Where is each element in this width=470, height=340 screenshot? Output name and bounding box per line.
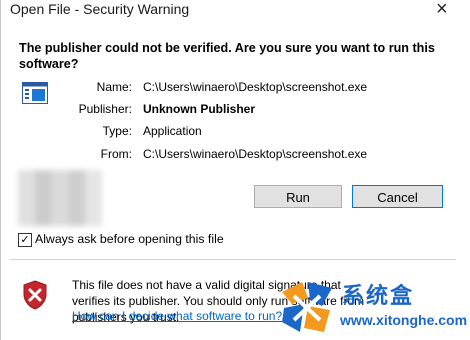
warning-heading: The publisher could not be verified. Are… bbox=[19, 41, 435, 71]
security-shield-icon bbox=[23, 280, 47, 310]
watermark: 系统盒 www.xitonghe.com bbox=[278, 278, 468, 336]
publisher-label: Publisher: bbox=[78, 102, 132, 116]
help-link[interactable]: How can I decide what software to run? bbox=[72, 309, 282, 323]
name-value: C:\Users\winaero\Desktop\screenshot.exe bbox=[143, 80, 368, 94]
always-ask-checkbox[interactable]: ✓ bbox=[18, 233, 32, 247]
watermark-brand: 系统盒 bbox=[342, 284, 415, 309]
run-button[interactable]: Run bbox=[254, 185, 342, 208]
type-value: Application bbox=[143, 124, 202, 138]
xitonghe-logo-icon bbox=[282, 282, 332, 332]
title-bar: Open File - Security Warning × bbox=[0, 0, 470, 22]
from-value: C:\Users\winaero\Desktop\screenshot.exe bbox=[143, 147, 368, 161]
blurred-region bbox=[18, 170, 102, 226]
section-divider bbox=[10, 259, 456, 260]
window-title: Open File - Security Warning bbox=[10, 1, 190, 17]
close-icon[interactable]: × bbox=[436, 0, 448, 21]
always-ask-label[interactable]: Always ask before opening this file bbox=[35, 232, 224, 246]
window-left-border bbox=[0, 0, 1, 340]
from-label: From: bbox=[100, 147, 132, 161]
name-label: Name: bbox=[96, 80, 132, 94]
type-label: Type: bbox=[102, 124, 132, 138]
cancel-button[interactable]: Cancel bbox=[352, 185, 443, 208]
watermark-url: www.xitonghe.com bbox=[340, 312, 468, 328]
publisher-value: Unknown Publisher bbox=[143, 102, 256, 116]
